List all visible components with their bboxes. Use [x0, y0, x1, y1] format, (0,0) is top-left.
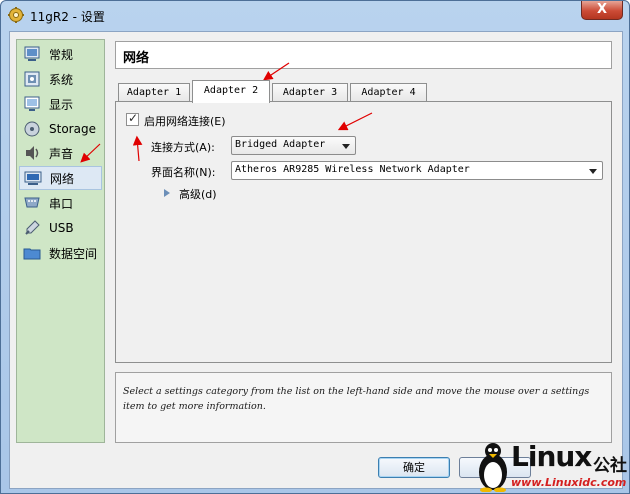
settings-window: 11gR2 - 设置 X 常规 系统 显示 Storage 声音 网络 串口 U… — [0, 0, 630, 494]
arrow-to-adapter-tab — [263, 62, 290, 81]
arrow-to-attached-select — [337, 112, 373, 131]
linux-watermark: Linux 公社 www.Linuxidc.com — [473, 438, 630, 494]
tab-adapter-2[interactable]: Adapter 2 — [192, 80, 270, 103]
annotation-arrows — [80, 62, 373, 163]
tux-penguin-icon — [479, 443, 507, 492]
watermark-suffix: 公社 — [593, 456, 627, 476]
watermark-brand: Linux — [511, 440, 592, 473]
arrow-to-enable-checkbox — [132, 135, 143, 162]
arrow-to-network-item — [80, 143, 101, 163]
watermark-url: www.Linuxidc.com — [511, 476, 627, 489]
